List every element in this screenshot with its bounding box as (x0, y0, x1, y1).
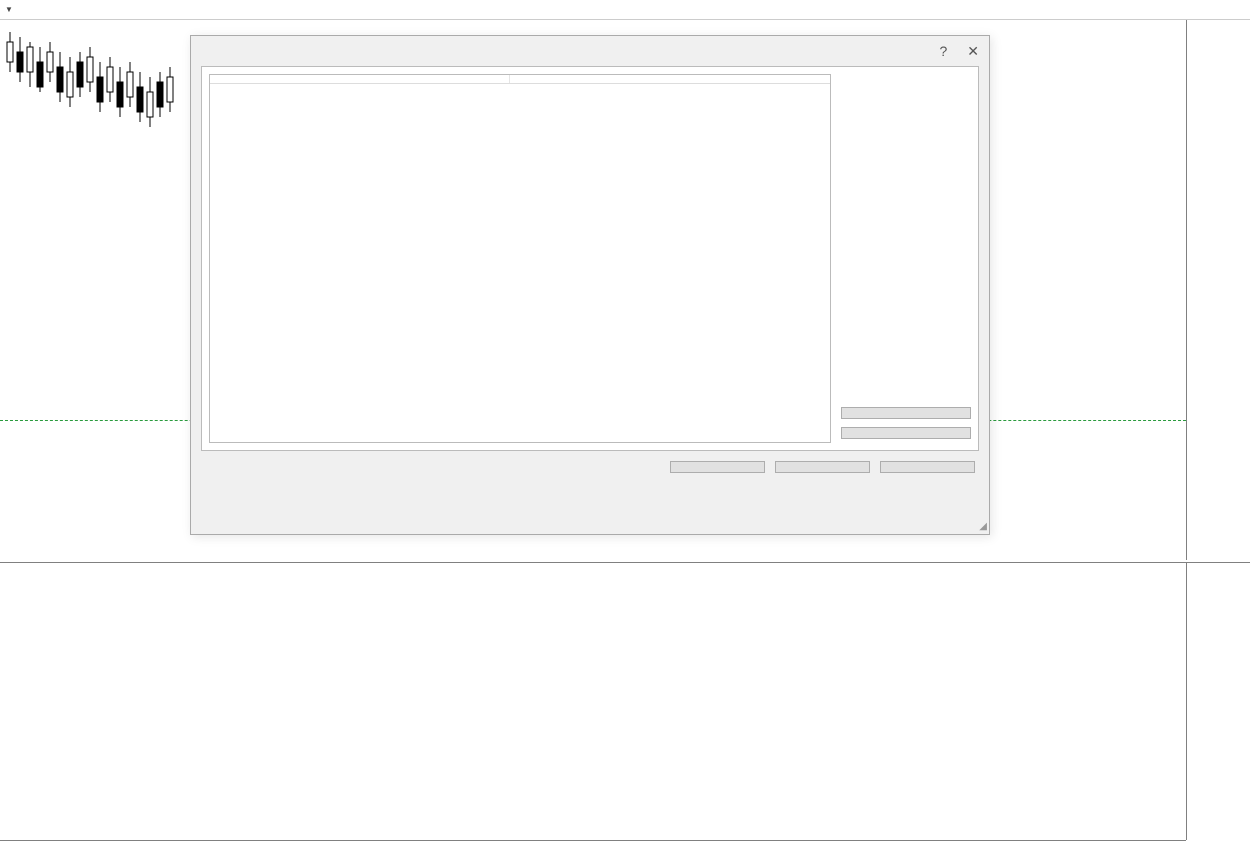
reset-button[interactable] (880, 461, 975, 473)
header-variable (210, 75, 510, 83)
ok-button[interactable] (670, 461, 765, 473)
tab-body-inputs (201, 66, 979, 451)
macd-plot (0, 583, 1186, 840)
header-value (510, 75, 830, 83)
inputs-grid[interactable] (209, 74, 831, 443)
chart-dropdown-icon[interactable]: ▼ (5, 5, 13, 14)
dialog-titlebar[interactable]: ? ✕ (191, 36, 989, 66)
grid-header (210, 75, 830, 84)
cancel-button[interactable] (775, 461, 870, 473)
indicator-dialog: ? ✕ ◢ (190, 35, 990, 535)
save-button[interactable] (841, 427, 971, 439)
time-axis (0, 840, 1186, 860)
help-icon[interactable]: ? (939, 43, 947, 60)
chart-header: ▼ (0, 0, 1250, 20)
price-scale (1186, 20, 1250, 560)
resize-grip-icon[interactable]: ◢ (979, 521, 987, 532)
load-button[interactable] (841, 407, 971, 419)
close-icon[interactable]: ✕ (967, 43, 979, 60)
macd-panel (0, 562, 1250, 840)
chart-background: ▼ ? (0, 0, 1250, 860)
macd-scale (1186, 563, 1250, 840)
